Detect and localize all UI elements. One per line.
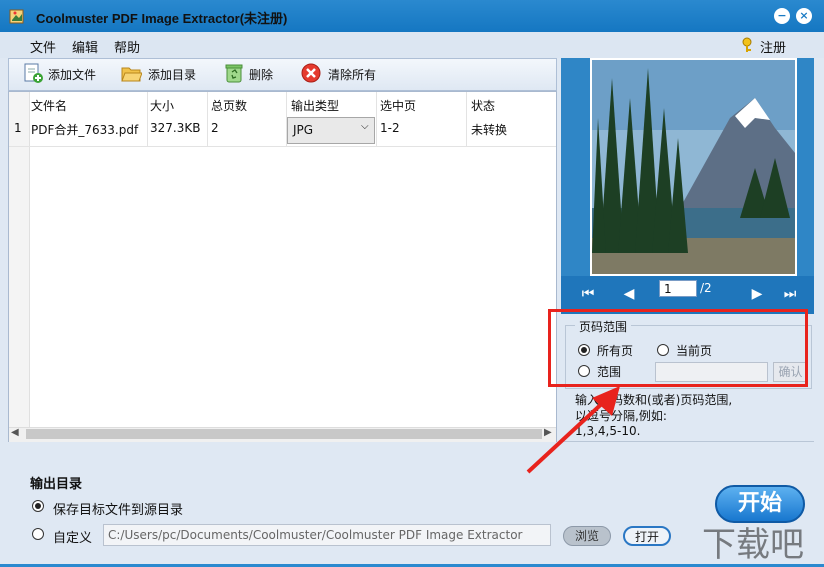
cell-filename[interactable]: PDF合并_7633.pdf xyxy=(31,121,138,138)
page-preview-image xyxy=(590,58,797,276)
column-divider xyxy=(147,92,148,147)
app-logo-icon xyxy=(9,9,24,24)
column-divider xyxy=(376,92,377,147)
watermark: 下载吧 xyxy=(702,525,804,565)
scrollbar-thumb[interactable] xyxy=(26,429,542,439)
col-header-output-type[interactable]: 输出类型 xyxy=(291,97,339,114)
file-table xyxy=(8,91,557,442)
browse-button[interactable]: 浏览 xyxy=(563,526,611,546)
minimize-button[interactable]: − xyxy=(774,8,790,24)
menu-help[interactable]: 帮助 xyxy=(114,37,140,56)
column-divider xyxy=(466,92,467,147)
next-page-icon[interactable]: ▶ xyxy=(749,286,765,302)
row-divider xyxy=(9,146,556,147)
save-to-source-radio[interactable] xyxy=(32,500,44,512)
window-title: Coolmuster PDF Image Extractor(未注册) xyxy=(36,11,288,26)
chevron-down-icon: ⌵ xyxy=(361,121,369,132)
custom-dir-label[interactable]: 自定义 xyxy=(53,527,92,546)
add-folder-icon xyxy=(121,67,142,82)
previous-page-icon[interactable]: ◀ xyxy=(621,286,637,302)
col-header-status[interactable]: 状态 xyxy=(471,97,495,114)
key-icon xyxy=(742,37,752,52)
highlight-box xyxy=(548,309,808,387)
menu-edit[interactable]: 编辑 xyxy=(72,37,98,56)
col-header-selected-pages[interactable]: 选中页 xyxy=(380,97,416,114)
custom-dir-radio[interactable] xyxy=(32,528,44,540)
save-to-source-label[interactable]: 保存目标文件到源目录 xyxy=(53,499,183,518)
col-header-pages[interactable]: 总页数 xyxy=(211,97,247,114)
add-file-button[interactable]: 添加文件 xyxy=(48,66,96,83)
first-page-icon[interactable]: ⏮ xyxy=(580,286,596,302)
menu-file[interactable]: 文件 xyxy=(30,37,56,56)
recycle-bin-icon xyxy=(225,64,243,83)
col-header-size[interactable]: 大小 xyxy=(150,97,174,114)
output-type-value: JPG xyxy=(293,123,314,137)
add-folder-button[interactable]: 添加目录 xyxy=(148,66,196,83)
add-file-icon xyxy=(24,63,43,83)
delete-button[interactable]: 删除 xyxy=(249,66,273,83)
cell-pages: 2 xyxy=(211,121,219,135)
page-number-input[interactable]: 1 xyxy=(659,280,697,297)
scroll-left-icon[interactable]: ◀ xyxy=(11,427,19,438)
row-header-column xyxy=(9,92,30,428)
last-page-icon[interactable]: ⏭ xyxy=(782,286,798,302)
open-button[interactable]: 打开 xyxy=(623,526,671,546)
cell-status: 未转换 xyxy=(471,123,508,137)
cell-selected-pages[interactable]: 1-2 xyxy=(380,121,400,135)
output-directory-title: 输出目录 xyxy=(30,477,83,492)
page-total: /2 xyxy=(700,281,712,295)
annotation-arrow-icon xyxy=(526,386,620,474)
column-divider xyxy=(207,92,208,147)
output-path-input[interactable]: C:/Users/pc/Documents/Coolmuster/Coolmus… xyxy=(103,524,551,546)
row-index: 1 xyxy=(14,121,22,135)
cell-size: 327.3KB xyxy=(150,121,201,135)
close-button[interactable]: × xyxy=(796,8,812,24)
register-link[interactable]: 注册 xyxy=(760,37,786,56)
clear-all-button[interactable]: 清除所有 xyxy=(328,66,376,83)
clear-all-icon xyxy=(301,63,321,83)
col-header-filename[interactable]: 文件名 xyxy=(31,97,67,114)
